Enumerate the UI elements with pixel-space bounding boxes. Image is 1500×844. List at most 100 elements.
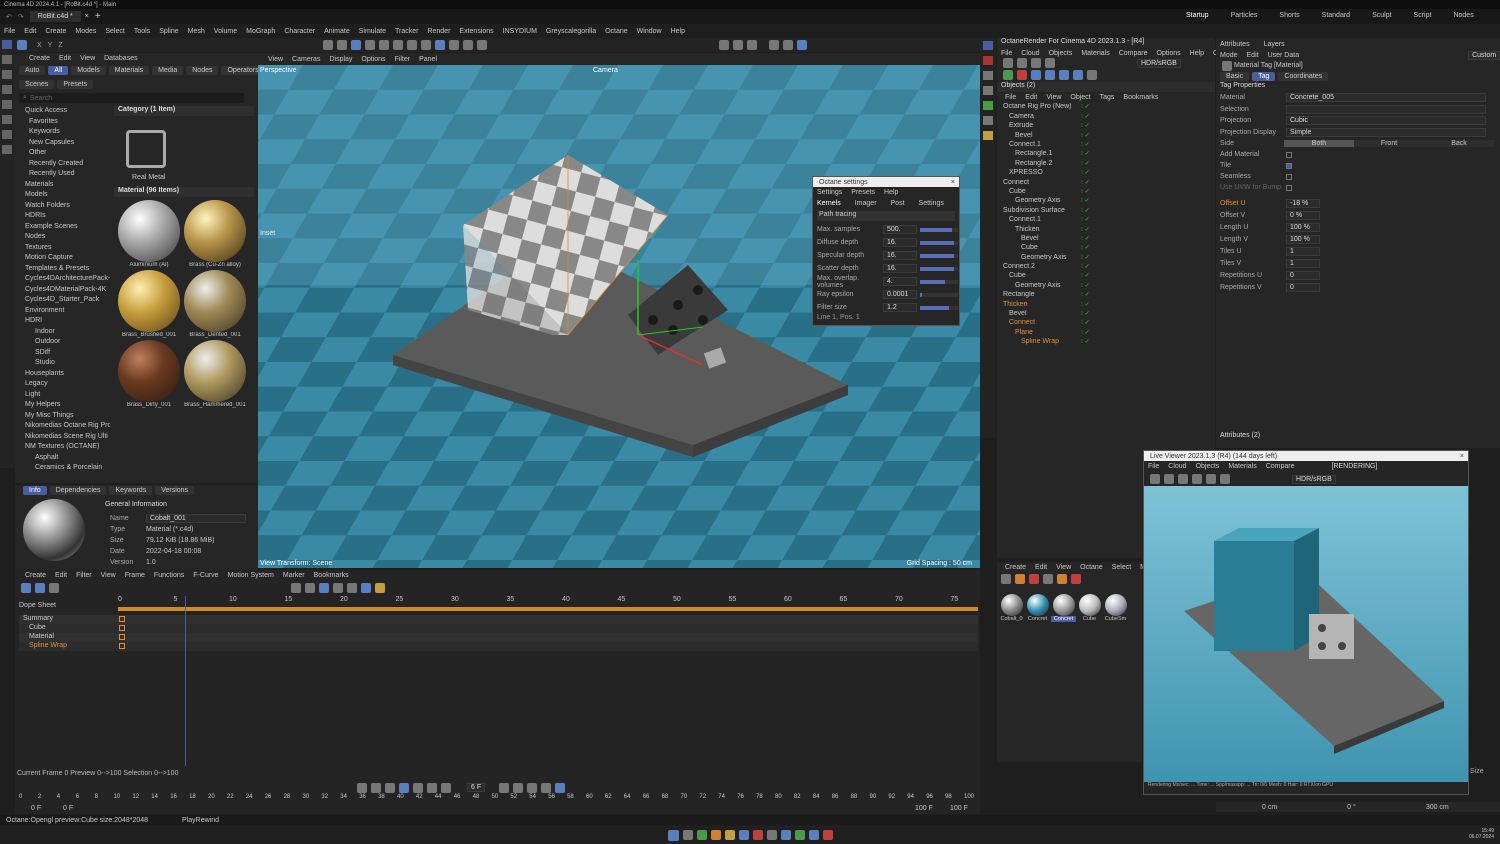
dialog-param-value[interactable]: 1.2: [883, 303, 917, 312]
frame-all-icon[interactable]: [746, 40, 757, 50]
visibility-check-icon[interactable]: ⁝ ✓: [1081, 188, 1090, 197]
mm-red-icon[interactable]: [1029, 574, 1039, 584]
generator-icon[interactable]: [350, 40, 361, 50]
asset-menu-item-1[interactable]: Edit: [59, 55, 71, 62]
dialog-tab-2[interactable]: Post: [891, 200, 905, 207]
lv-color-space[interactable]: HDR/sRGB: [1292, 474, 1336, 484]
asset-tree-item[interactable]: Indoor: [17, 327, 110, 338]
visibility-check-icon[interactable]: ⁝ ✓: [1081, 281, 1090, 290]
windows-start-icon[interactable]: [667, 829, 679, 841]
tl-fcurve-icon[interactable]: [35, 582, 45, 593]
attr-num-value[interactable]: 0 %: [1286, 210, 1320, 220]
dialog-param-slider[interactable]: [920, 253, 958, 258]
color-space-select[interactable]: HDR/sRGB: [1137, 58, 1181, 68]
visibility-check-icon[interactable]: ⁝ ✓: [1081, 159, 1090, 168]
dialog-param-value[interactable]: 4.: [883, 277, 917, 286]
doc-tab[interactable]: RoBit.c4d *: [29, 11, 81, 22]
viewport-menu-item-2[interactable]: Display: [329, 56, 352, 63]
render-icon[interactable]: [448, 40, 459, 50]
timeline-menu-item-6[interactable]: F-Curve: [193, 572, 218, 579]
attr-prop-value[interactable]: Cubic: [1286, 116, 1486, 126]
visibility-check-icon[interactable]: ⁝ ✓: [1081, 328, 1090, 337]
object-row[interactable]: Connect.2 ⁝ ✓: [1003, 263, 1215, 272]
snap-icon[interactable]: [420, 40, 431, 50]
layout-tab-0[interactable]: Startup: [1186, 12, 1209, 19]
asset-tree-item[interactable]: Nikomedias Octane Rig Pro: [17, 421, 110, 432]
play-icon[interactable]: [399, 782, 409, 793]
checkbox[interactable]: [1286, 173, 1292, 180]
material-tile[interactable]: Brass_Dirty_001: [118, 340, 180, 408]
objects-menu-item-5[interactable]: Bookmarks: [1123, 94, 1158, 101]
asset-tree-item[interactable]: Models: [17, 190, 110, 201]
object-row[interactable]: Cube ⁝ ✓: [1003, 272, 1215, 281]
asset-tree-item[interactable]: Keywords: [17, 127, 110, 138]
asset-tree-item[interactable]: Environment: [17, 306, 110, 317]
menu-item-6[interactable]: Spline: [159, 28, 178, 35]
lv-play-icon[interactable]: [1150, 474, 1160, 484]
visibility-check-icon[interactable]: ⁝ ✓: [1081, 234, 1090, 243]
octane-menu-item-0[interactable]: File: [1001, 50, 1012, 57]
objects-menu-item-2[interactable]: View: [1046, 94, 1061, 101]
end-frame-field[interactable]: 100 F: [915, 805, 933, 812]
tl-ease-icon[interactable]: [361, 582, 371, 593]
menu-item-3[interactable]: Modes: [75, 28, 96, 35]
visibility-check-icon[interactable]: ⁝ ✓: [1081, 150, 1090, 159]
menu-item-5[interactable]: Tools: [134, 28, 150, 35]
object-row[interactable]: Connect ⁝ ✓: [1003, 319, 1215, 328]
render-picture-viewer-icon[interactable]: [782, 40, 793, 50]
visibility-check-icon[interactable]: ⁝ ✓: [1081, 122, 1090, 131]
asset-tree-item[interactable]: My Misc Things: [17, 411, 110, 422]
octane-menu-item-6[interactable]: Help: [1190, 50, 1204, 57]
edge-icon[interactable]: [738, 830, 749, 840]
menu-item-18[interactable]: Octane: [605, 28, 628, 35]
menu-item-19[interactable]: Window: [637, 28, 662, 35]
select-tool-icon[interactable]: [2, 40, 12, 49]
render-reset-icon[interactable]: [1031, 58, 1041, 68]
menu-item-4[interactable]: Select: [105, 28, 124, 35]
attribute-menu-item-1[interactable]: Edit: [1247, 52, 1259, 59]
object-row[interactable]: Plane ⁝ ✓: [1003, 328, 1215, 337]
asset-tree-item[interactable]: My Helpers: [17, 400, 110, 411]
object-row[interactable]: Subdivision Surface ⁝ ✓: [1003, 206, 1215, 215]
obj-blue-icon[interactable]: [1031, 70, 1041, 80]
object-row[interactable]: Rectangle ⁝ ✓: [1003, 291, 1215, 300]
asset-tree-item[interactable]: HDRI: [17, 316, 110, 327]
menu-item-16[interactable]: INSYDIUM: [503, 28, 537, 35]
app2-icon[interactable]: [752, 830, 763, 840]
app5-icon[interactable]: [808, 830, 819, 840]
timeline-menu-item-5[interactable]: Functions: [154, 572, 184, 579]
y-axis-toggle[interactable]: Y: [48, 42, 53, 49]
asset-tab-0[interactable]: Auto: [19, 66, 46, 75]
tl-linear-icon[interactable]: [319, 582, 329, 593]
render-view-icon[interactable]: [462, 40, 473, 50]
undo-view-icon[interactable]: [718, 40, 729, 50]
asset-tree-item[interactable]: Houseplants: [17, 369, 110, 380]
lv-menu-item-3[interactable]: Materials: [1228, 463, 1256, 470]
visibility-check-icon[interactable]: ⁝ ✓: [1081, 225, 1090, 234]
timeline-menu-item-1[interactable]: Edit: [55, 572, 67, 579]
render-pause-icon[interactable]: [1017, 58, 1027, 68]
render-settings-icon[interactable]: [476, 40, 487, 50]
asset-tree-item[interactable]: Watch Folders: [17, 201, 110, 212]
asset-tree-item[interactable]: Legacy: [17, 379, 110, 390]
lv-pause-icon[interactable]: [1178, 474, 1188, 484]
menu-item-9[interactable]: MoGraph: [246, 28, 275, 35]
obj-red-icon[interactable]: [1017, 70, 1027, 80]
brush-tool-icon[interactable]: [2, 130, 12, 139]
material-tile[interactable]: Brass (Cu-Zn alloy): [184, 200, 246, 268]
visibility-check-icon[interactable]: ⁝ ✓: [1081, 272, 1090, 281]
attribute-subtab-0[interactable]: Basic: [1220, 72, 1250, 81]
asset-tab-3[interactable]: Materials: [108, 66, 150, 75]
dialog-param-value[interactable]: 0.0001: [883, 290, 917, 299]
timeline-ruler[interactable]: 0 5 10 15 20 25 30 35 40 45 50 55 60 65 70 75: [118, 596, 978, 606]
timeline-menu-item-9[interactable]: Bookmarks: [314, 572, 349, 579]
octane-menu-item-2[interactable]: Objects: [1049, 50, 1073, 57]
asset-tree-item[interactable]: SDiff: [17, 348, 110, 359]
objects-menu-item-0[interactable]: File: [1005, 94, 1016, 101]
magnet-tool-icon[interactable]: [2, 145, 12, 154]
visibility-check-icon[interactable]: ⁝ ✓: [1081, 244, 1090, 253]
dialog-param-value[interactable]: 16.: [883, 251, 917, 260]
layout-tab-5[interactable]: Script: [1414, 12, 1432, 19]
forward-icon[interactable]: ↷: [18, 13, 24, 21]
render-lock-icon[interactable]: [1045, 58, 1055, 68]
